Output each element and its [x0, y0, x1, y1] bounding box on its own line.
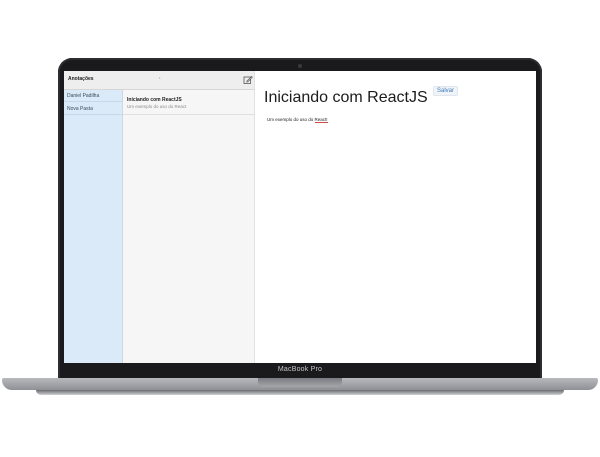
folder-item-nova-pasta[interactable]: Nova Pasta	[64, 103, 122, 115]
laptop-base-lip	[36, 390, 564, 395]
app-header: Anotações •	[64, 71, 254, 90]
folder-item-label: Nova Pasta	[67, 106, 93, 112]
note-preview: Um exemplo do uso do React	[127, 104, 187, 109]
app-title: Anotações	[68, 76, 94, 82]
note-list-item[interactable]: Iniciando com ReactJS Um exemplo do uso …	[123, 90, 254, 115]
editor-body-text: Um exemplo do uso do	[267, 117, 315, 122]
editor-body-underlined: React!	[314, 117, 328, 123]
folder-item-daniel-padilha[interactable]: Daniel Padilha	[64, 90, 122, 102]
folder-item-label: Daniel Padilha	[67, 93, 100, 99]
laptop-notch	[258, 378, 342, 387]
editor-title[interactable]: Iniciando com ReactJS	[264, 89, 428, 107]
note-title: Iniciando com ReactJS	[127, 97, 182, 103]
device-label: MacBook Pro	[277, 366, 323, 373]
screen: Anotações • Daniel Padilha Nova Pasta In…	[64, 71, 536, 363]
editor-body[interactable]: Um exemplo do uso do React!	[267, 117, 328, 123]
camera-dot	[298, 64, 302, 68]
compose-icon[interactable]	[243, 75, 253, 85]
save-button[interactable]: Salvar	[433, 86, 459, 96]
header-indicator: •	[159, 75, 161, 80]
note-editor[interactable]: Iniciando com ReactJS Salvar Um exemplo …	[255, 71, 536, 363]
